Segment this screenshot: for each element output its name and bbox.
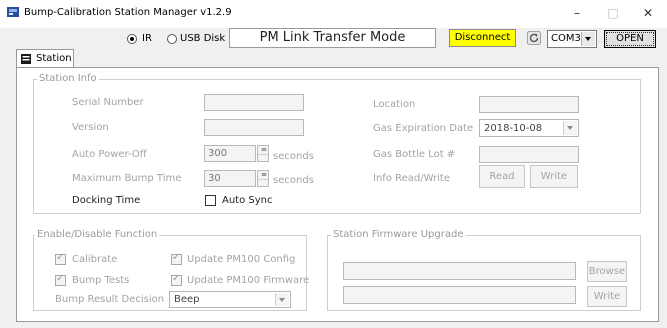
app-icon <box>7 7 19 17</box>
update-firmware-checkbox[interactable] <box>171 273 182 286</box>
gas-expiration-value: 2018-10-08 <box>484 123 543 134</box>
title-bar: Bump-Calibration Station Manager v1.2.9 … <box>0 0 667 28</box>
browse-button[interactable]: Browse <box>587 261 627 282</box>
gas-bottle-lot-label: Gas Bottle Lot # <box>373 149 456 160</box>
gas-expiration-label: Gas Expiration Date <box>373 123 474 134</box>
info-write-button[interactable]: Write <box>530 165 578 188</box>
open-button[interactable]: OPEN <box>604 30 656 48</box>
bump-tests-label: Bump Tests <box>72 275 130 286</box>
refresh-icon[interactable] <box>527 31 541 45</box>
bump-result-label: Bump Result Decision <box>55 294 165 305</box>
calibrate-label: Calibrate <box>72 254 118 265</box>
close-button[interactable]: ✕ <box>637 4 659 22</box>
auto-sync-checkbox[interactable] <box>205 195 216 206</box>
info-read-write-label: Info Read/Write <box>373 173 451 184</box>
chevron-down-icon <box>563 121 577 135</box>
firmware-progress-field <box>343 286 576 304</box>
usb-disk-radio[interactable] <box>167 34 177 44</box>
bump-result-value: Beep <box>174 294 200 305</box>
enable-disable-legend: Enable/Disable Function <box>35 229 160 241</box>
gas-bottle-lot-field[interactable] <box>479 146 579 163</box>
ir-radio[interactable] <box>127 34 137 44</box>
ir-radio-label: IR <box>142 33 152 44</box>
window-title: Bump-Calibration Station Manager v1.2.9 <box>24 7 232 18</box>
auto-power-off-unit: seconds <box>273 151 314 162</box>
auto-power-off-field[interactable]: 300 <box>204 145 256 162</box>
station-info-legend: Station Info <box>37 73 99 85</box>
tab-station-label: Station <box>36 53 72 64</box>
com-port-value: COM3 <box>551 33 581 44</box>
serial-number-field[interactable] <box>204 94 304 111</box>
minimize-button[interactable]: – <box>566 4 588 22</box>
update-config-label: Update PM100 Config <box>187 254 296 265</box>
transfer-mode-display: PM Link Transfer Mode <box>229 28 436 48</box>
read-button[interactable]: Read <box>479 165 525 188</box>
version-field[interactable] <box>204 119 304 136</box>
bump-tests-checkbox[interactable] <box>55 273 66 286</box>
max-bump-time-spinner[interactable] <box>257 170 269 187</box>
com-port-select[interactable]: COM3 <box>547 30 597 48</box>
firmware-write-button[interactable]: Write <box>587 286 627 307</box>
disconnect-status: Disconnect <box>449 29 516 47</box>
max-bump-time-label: Maximum Bump Time <box>72 173 182 184</box>
max-bump-time-field[interactable]: 30 <box>204 170 256 187</box>
version-label: Version <box>72 122 109 133</box>
chevron-down-icon <box>581 32 595 46</box>
location-field[interactable] <box>479 96 579 113</box>
update-firmware-label: Update PM100 Firmware <box>187 275 310 286</box>
auto-power-off-label: Auto Power-Off <box>72 149 147 160</box>
max-bump-time-unit: seconds <box>273 175 314 186</box>
chevron-down-icon <box>275 293 289 306</box>
serial-number-label: Serial Number <box>72 97 144 108</box>
docking-time-label: Docking Time <box>72 195 141 206</box>
update-config-checkbox[interactable] <box>171 252 182 265</box>
gas-expiration-date-picker[interactable]: 2018-10-08 <box>479 119 579 137</box>
bump-result-select[interactable]: Beep <box>169 291 291 308</box>
firmware-path-field[interactable] <box>343 262 576 280</box>
firmware-upgrade-legend: Station Firmware Upgrade <box>331 229 466 241</box>
usb-disk-radio-label: USB Disk <box>180 33 226 44</box>
calibrate-checkbox[interactable] <box>55 252 66 265</box>
maximize-button[interactable]: □ <box>602 4 624 22</box>
location-label: Location <box>373 99 416 110</box>
tab-station[interactable]: Station <box>16 49 74 68</box>
auto-sync-label: Auto Sync <box>222 195 273 206</box>
station-icon <box>21 54 31 64</box>
auto-power-off-spinner[interactable] <box>257 145 269 162</box>
